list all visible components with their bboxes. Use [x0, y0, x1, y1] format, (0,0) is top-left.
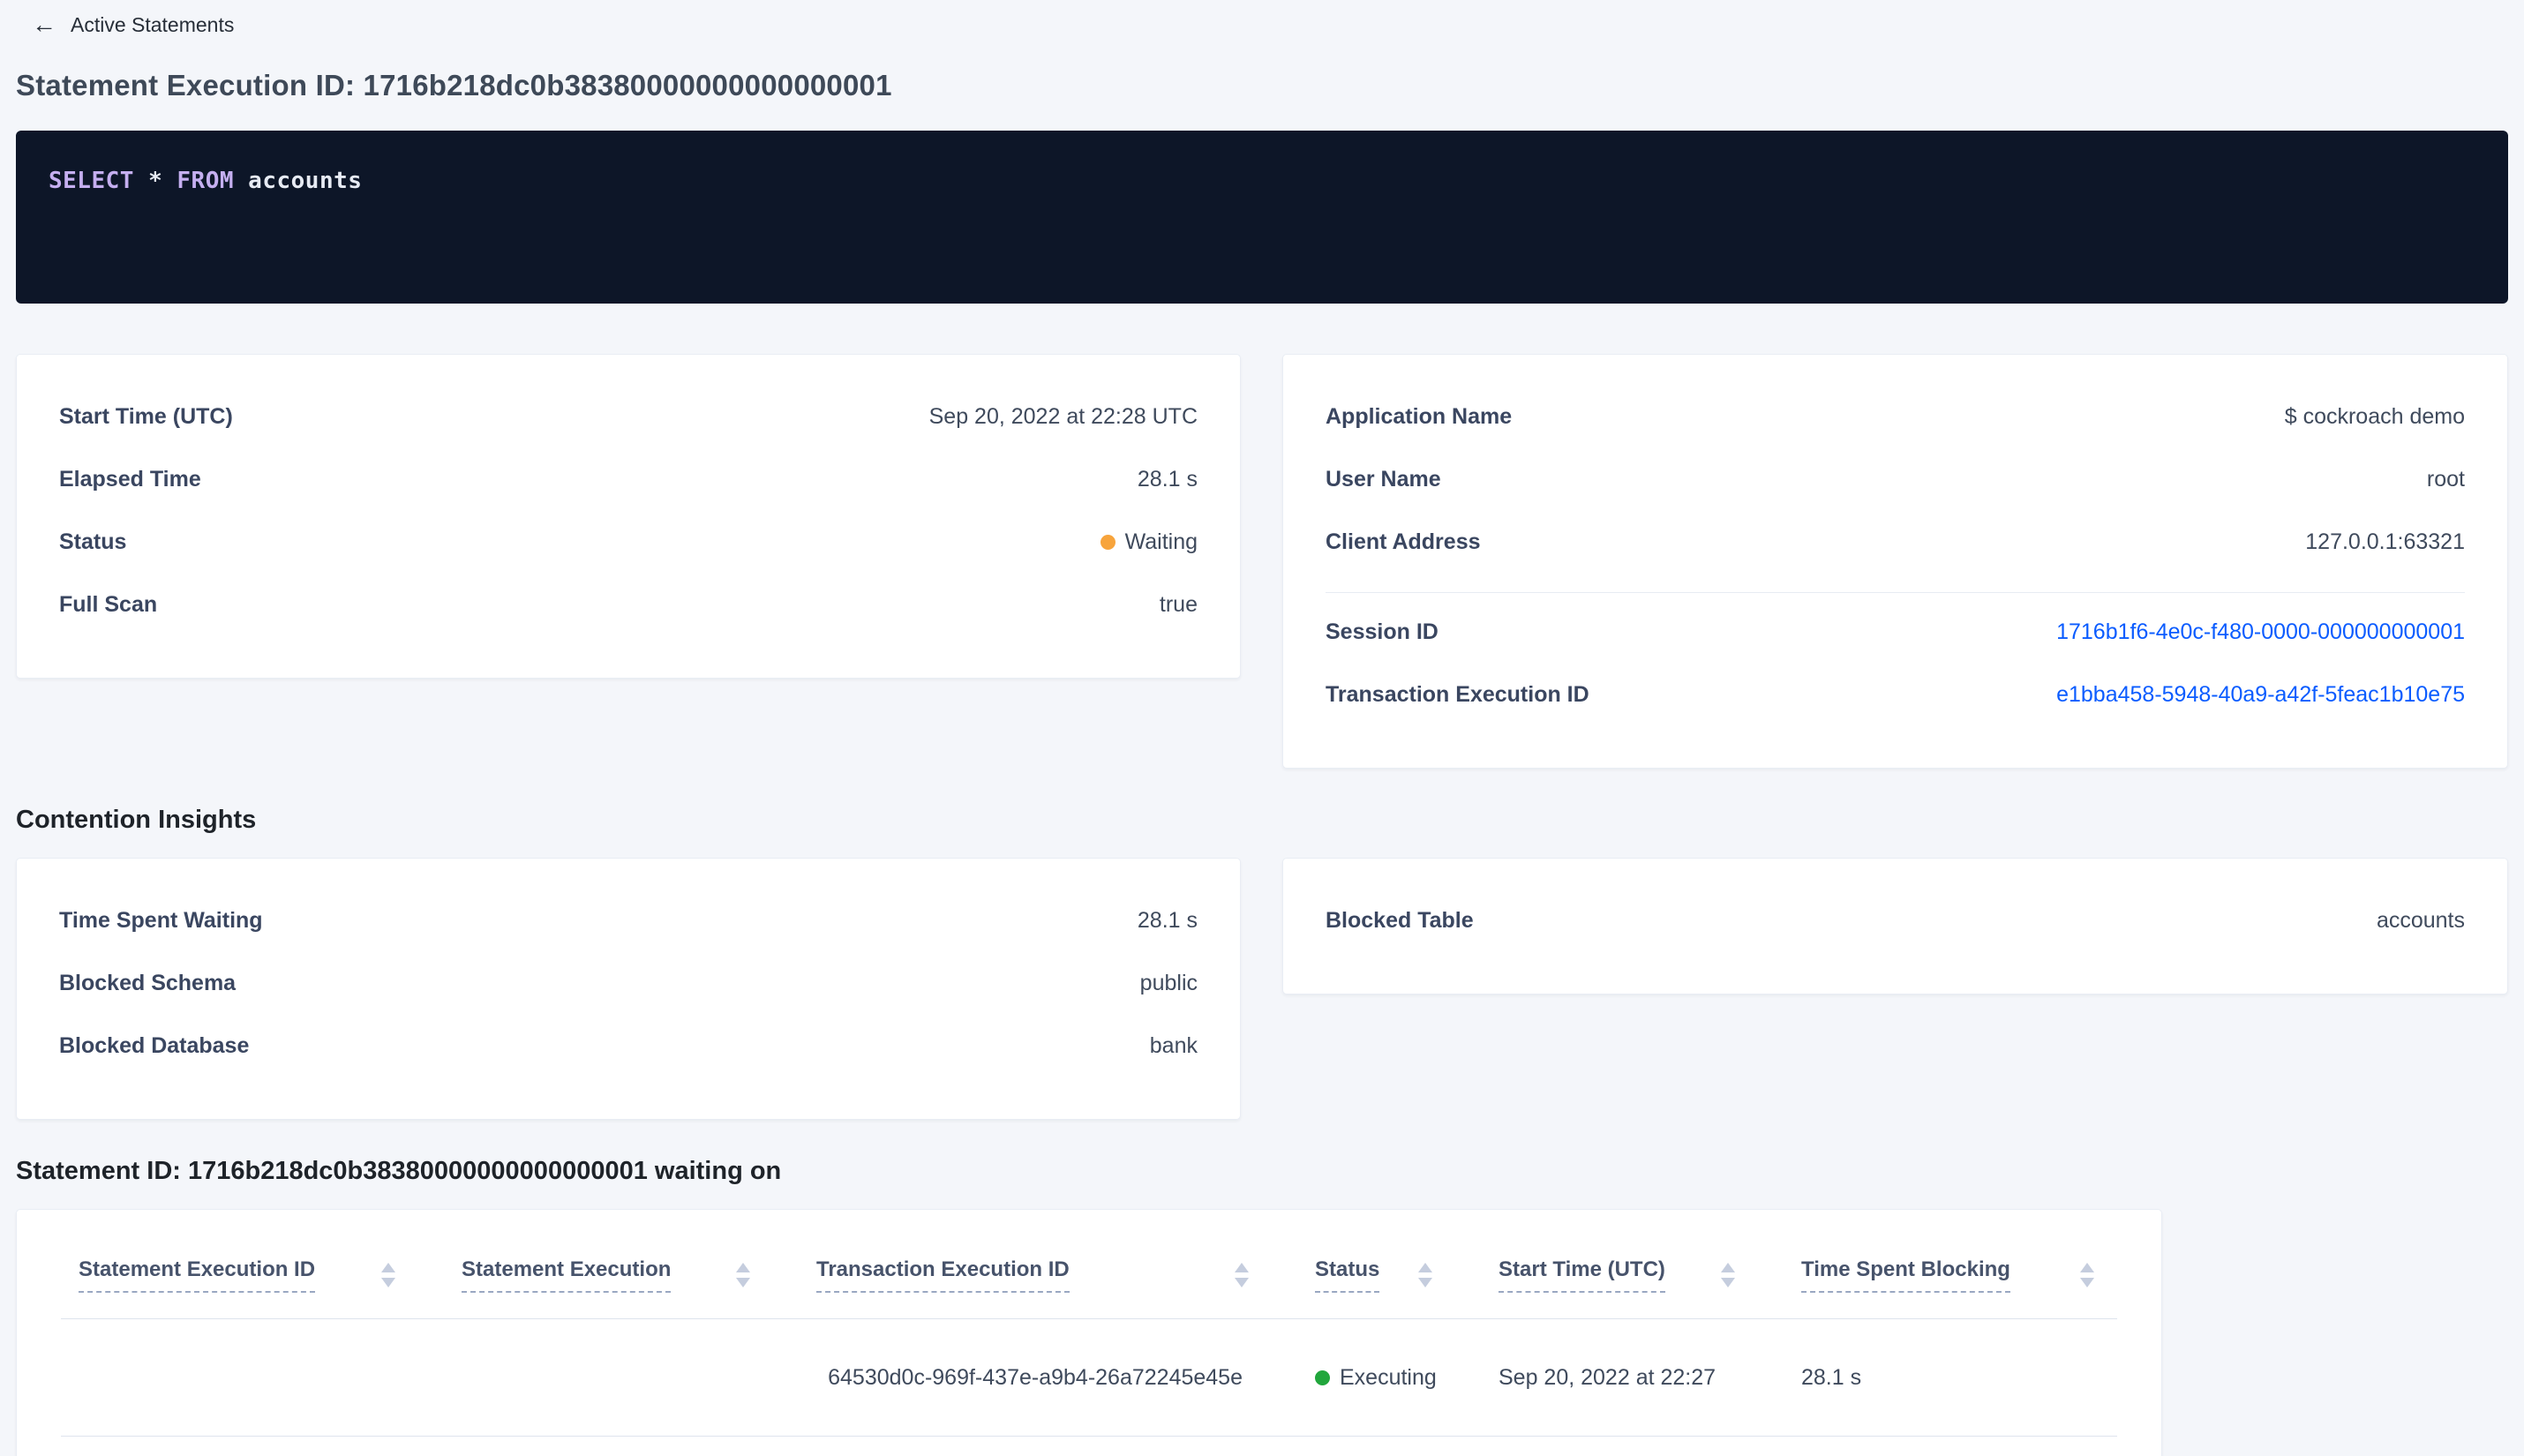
- contention-insights-section: Time Spent Waiting 28.1 s Blocked Schema…: [16, 858, 2508, 1120]
- status-text: Waiting: [1124, 529, 1198, 554]
- column-header-label: Statement Execution ID: [79, 1257, 316, 1293]
- time-spent-waiting-label: Time Spent Waiting: [59, 908, 263, 933]
- sort-icon[interactable]: [381, 1262, 395, 1287]
- full-scan-value: true: [1159, 592, 1198, 617]
- status-row: Status Waiting: [59, 529, 1198, 555]
- executing-status-icon: [1315, 1370, 1330, 1385]
- application-name-row: Application Name $ cockroach demo: [1326, 404, 2465, 430]
- session-id-link[interactable]: 1716b1f6-4e0c-f480-0000-000000000001: [2056, 619, 2465, 645]
- column-header-statement-execution[interactable]: Statement Execution: [444, 1257, 799, 1293]
- start-time-label: Start Time (UTC): [59, 404, 233, 429]
- execution-details-section: Start Time (UTC) Sep 20, 2022 at 22:28 U…: [16, 354, 2508, 769]
- sort-icon[interactable]: [1721, 1262, 1735, 1287]
- column-header-transaction-execution-id[interactable]: Transaction Execution ID: [799, 1257, 1297, 1293]
- sql-from-keyword: FROM: [177, 168, 235, 194]
- column-header-label: Start Time (UTC): [1499, 1257, 1665, 1293]
- start-time-value: Sep 20, 2022 at 22:28 UTC: [928, 404, 1198, 429]
- column-header-time-spent-blocking[interactable]: Time Spent Blocking: [1784, 1257, 2119, 1293]
- waiting-on-table-header: Statement Execution ID Statement Executi…: [61, 1231, 2117, 1319]
- cell-time-spent-blocking: 28.1 s: [1801, 1364, 1862, 1390]
- back-link-label: Active Statements: [71, 12, 235, 36]
- page-title: Statement Execution ID: 1716b218dc0b3838…: [16, 69, 892, 101]
- transaction-execution-id-label: Transaction Execution ID: [1326, 682, 1589, 707]
- contention-waiting-card: Time Spent Waiting 28.1 s Blocked Schema…: [16, 858, 1241, 1120]
- cell-status-text: Executing: [1340, 1364, 1437, 1390]
- sort-icon[interactable]: [736, 1262, 750, 1287]
- time-spent-waiting-row: Time Spent Waiting 28.1 s: [59, 908, 1198, 934]
- application-name-value: $ cockroach demo: [2284, 404, 2465, 429]
- session-id-row: Session ID 1716b1f6-4e0c-f480-0000-00000…: [1326, 619, 2465, 645]
- column-header-status[interactable]: Status: [1297, 1257, 1481, 1293]
- blocked-schema-row: Blocked Schema public: [59, 971, 1198, 996]
- contention-insights-heading: Contention Insights: [16, 806, 257, 834]
- client-address-value: 127.0.0.1:63321: [2305, 529, 2465, 554]
- blocked-schema-label: Blocked Schema: [59, 971, 237, 995]
- cell-start-time: Sep 20, 2022 at 22:27: [1499, 1364, 1716, 1390]
- application-name-label: Application Name: [1326, 404, 1513, 429]
- column-header-statement-execution-id[interactable]: Statement Execution ID: [61, 1257, 444, 1293]
- column-header-label: Status: [1315, 1257, 1380, 1293]
- blocked-table-row: Blocked Table accounts: [1326, 908, 2465, 934]
- user-name-value: root: [2426, 467, 2465, 492]
- start-time-row: Start Time (UTC) Sep 20, 2022 at 22:28 U…: [59, 404, 1198, 430]
- user-name-label: User Name: [1326, 467, 1441, 492]
- table-row: 64530d0c-969f-437e-a9b4-26a72245e45e Exe…: [61, 1319, 2117, 1437]
- transaction-execution-id-row: Transaction Execution ID e1bba458-5948-4…: [1326, 682, 2465, 708]
- session-details-card: Application Name $ cockroach demo User N…: [1282, 354, 2508, 769]
- column-header-label: Transaction Execution ID: [816, 1257, 1070, 1293]
- cell-transaction-execution-id: 64530d0c-969f-437e-a9b4-26a72245e45e: [828, 1364, 1243, 1390]
- blocked-table-label: Blocked Table: [1326, 908, 1474, 933]
- full-scan-label: Full Scan: [59, 592, 158, 617]
- blocked-table-value: accounts: [2376, 908, 2465, 933]
- full-scan-row: Full Scan true: [59, 592, 1198, 618]
- status-label: Status: [59, 529, 127, 554]
- blocked-table-card: Blocked Table accounts: [1282, 858, 2508, 994]
- back-arrow-icon: ←: [32, 11, 56, 38]
- cell-status: Executing: [1297, 1365, 1481, 1391]
- sql-star: *: [148, 168, 163, 194]
- sql-statement-text: SELECT * FROM accounts: [49, 168, 362, 194]
- sort-icon[interactable]: [1235, 1262, 1249, 1287]
- elapsed-time-row: Elapsed Time 28.1 s: [59, 467, 1198, 492]
- elapsed-time-value: 28.1 s: [1137, 467, 1198, 492]
- column-header-label: Time Spent Blocking: [1801, 1257, 2010, 1293]
- sql-select-keyword: SELECT: [49, 168, 134, 194]
- client-address-row: Client Address 127.0.0.1:63321: [1326, 529, 2465, 555]
- elapsed-time-label: Elapsed Time: [59, 467, 201, 492]
- blocked-schema-value: public: [1139, 971, 1198, 995]
- column-header-start-time[interactable]: Start Time (UTC): [1481, 1257, 1784, 1293]
- transaction-execution-id-link[interactable]: e1bba458-5948-40a9-a42f-5feac1b10e75: [2056, 682, 2465, 708]
- sql-statement-box: SELECT * FROM accounts: [16, 131, 2508, 304]
- card-divider: [1326, 592, 2465, 593]
- back-to-active-statements-link[interactable]: ← Active Statements: [16, 7, 2508, 42]
- time-spent-waiting-value: 28.1 s: [1137, 908, 1198, 933]
- user-name-row: User Name root: [1326, 467, 2465, 492]
- blocked-database-label: Blocked Database: [59, 1033, 250, 1058]
- waiting-on-heading: Statement ID: 1716b218dc0b38380000000000…: [16, 1157, 782, 1185]
- session-id-label: Session ID: [1326, 619, 1439, 644]
- blocked-database-row: Blocked Database bank: [59, 1033, 1198, 1059]
- execution-summary-card: Start Time (UTC) Sep 20, 2022 at 22:28 U…: [16, 354, 1241, 679]
- status-value: Waiting: [1100, 529, 1198, 555]
- column-header-label: Statement Execution: [462, 1257, 672, 1293]
- waiting-status-icon: [1100, 535, 1116, 550]
- blocked-database-value: bank: [1149, 1033, 1198, 1058]
- waiting-on-table: Statement Execution ID Statement Executi…: [16, 1209, 2162, 1456]
- client-address-label: Client Address: [1326, 529, 1481, 554]
- active-statement-details-page: ← Active Statements Statement Execution …: [0, 0, 2524, 1456]
- sort-icon[interactable]: [2080, 1262, 2094, 1287]
- sort-icon[interactable]: [1418, 1262, 1432, 1287]
- sql-table-name: accounts: [248, 168, 363, 194]
